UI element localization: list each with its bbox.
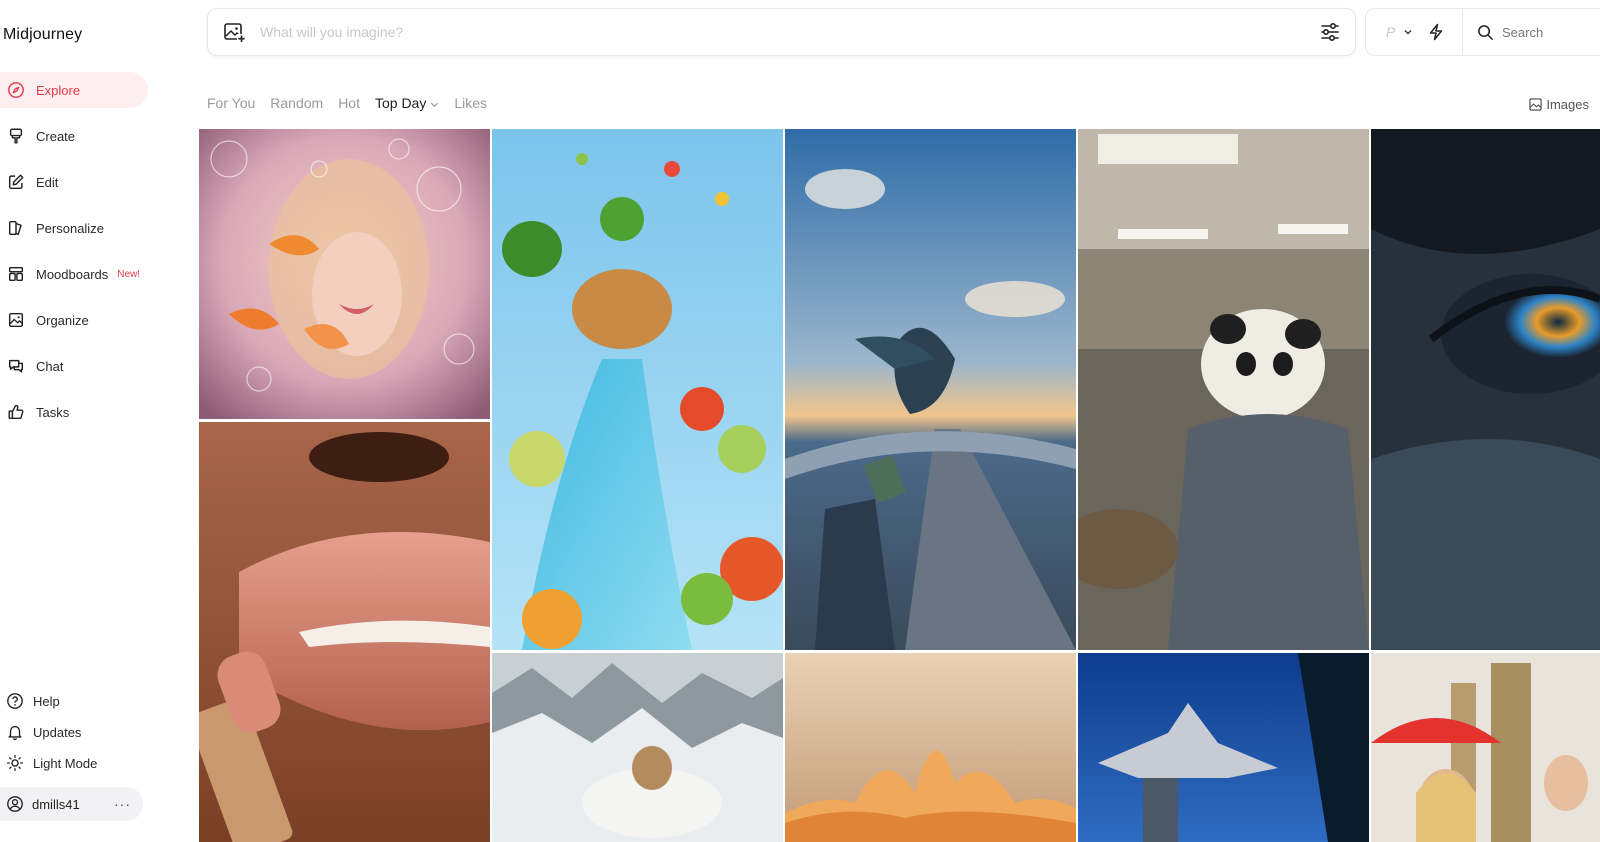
sidebar-item-create[interactable]: Create <box>0 118 148 154</box>
gallery-image[interactable] <box>199 422 490 842</box>
gallery-image[interactable] <box>785 129 1076 650</box>
tab-likes[interactable]: Likes <box>454 95 487 111</box>
bell-icon <box>5 722 25 742</box>
chat-icon <box>6 356 26 376</box>
sidebar-item-label: Edit <box>36 174 59 190</box>
moodboard-icon <box>6 264 26 284</box>
image-gallery <box>199 129 1600 842</box>
sidebar-item-label: Organize <box>36 312 89 328</box>
user-avatar-icon <box>7 796 23 812</box>
gallery-image[interactable] <box>199 129 490 419</box>
lightning-icon[interactable] <box>1427 23 1445 41</box>
search-label: Search <box>1502 24 1544 40</box>
tab-label: Top Day <box>374 95 427 111</box>
images-view-toggle[interactable]: Images <box>1529 97 1589 112</box>
sun-icon <box>5 753 25 773</box>
gallery-image[interactable] <box>1371 653 1600 842</box>
main-nav: Explore Create Edit Personalize Moodboar… <box>0 72 148 440</box>
sidebar-item-label: Explore <box>36 82 81 98</box>
sidebar-item-label: Moodboards <box>36 266 109 282</box>
sidebar-item-organize[interactable]: Organize <box>0 302 148 338</box>
sidebar-item-label: Chat <box>36 358 64 374</box>
mode-selector[interactable]: P <box>1365 8 1462 56</box>
username: dmills41 <box>32 796 80 812</box>
feed-tabs: For You Random Hot Top Day Likes <box>207 95 502 111</box>
sidebar-item-personalize[interactable]: Personalize <box>0 210 148 246</box>
sidebar-item-label: Personalize <box>36 220 104 236</box>
images-label: Images <box>1546 97 1589 112</box>
gallery-image[interactable] <box>492 129 783 650</box>
gallery-icon <box>1529 98 1542 111</box>
sidebar-item-chat[interactable]: Chat <box>0 348 148 384</box>
personalization-icon: P <box>1386 24 1396 40</box>
tab-random[interactable]: Random <box>270 95 323 111</box>
search-button[interactable]: Search <box>1462 8 1600 56</box>
chevron-down-icon <box>431 102 439 107</box>
settings-sliders-icon[interactable] <box>1319 21 1341 43</box>
sidebar-item-label: Help <box>33 693 60 709</box>
sidebar-item-tasks[interactable]: Tasks <box>0 394 148 430</box>
gallery-image[interactable] <box>785 653 1076 842</box>
prompt-input[interactable] <box>260 24 1319 40</box>
help-icon <box>5 691 25 711</box>
new-badge: New! <box>117 268 141 280</box>
thumbs-up-icon <box>6 402 26 422</box>
user-account-button[interactable]: dmills41 ··· <box>0 787 143 821</box>
sidebar-item-label: Tasks <box>36 404 70 420</box>
edit-icon <box>6 172 26 192</box>
secondary-nav: Help Updates Light Mode <box>0 688 190 781</box>
sidebar-item-label: Updates <box>33 724 82 740</box>
prompt-bar <box>207 8 1356 56</box>
tab-for-you[interactable]: For You <box>207 95 255 111</box>
personalize-icon <box>6 218 26 238</box>
sidebar-item-explore[interactable]: Explore <box>0 72 148 108</box>
brush-icon <box>6 126 26 146</box>
sidebar-item-light-mode[interactable]: Light Mode <box>0 750 190 776</box>
more-options-icon[interactable]: ··· <box>114 796 131 812</box>
sidebar-item-label: Light Mode <box>33 755 98 771</box>
sidebar-item-label: Create <box>36 128 76 144</box>
gallery-image[interactable] <box>1078 129 1369 650</box>
search-icon <box>1478 24 1493 40</box>
sidebar: Midjourney Explore Create Edit Personali… <box>0 0 190 842</box>
sidebar-item-moodboards[interactable]: Moodboards New! <box>0 256 148 292</box>
tab-top-day[interactable]: Top Day <box>375 95 439 111</box>
app-logo-text[interactable]: Midjourney <box>3 26 82 44</box>
sidebar-item-help[interactable]: Help <box>0 688 190 714</box>
gallery-image[interactable] <box>1078 653 1369 842</box>
add-image-icon[interactable] <box>222 20 246 44</box>
sidebar-item-updates[interactable]: Updates <box>0 719 190 745</box>
sidebar-item-edit[interactable]: Edit <box>0 164 148 200</box>
compass-icon <box>6 80 26 100</box>
image-icon <box>6 310 26 330</box>
chevron-down-icon <box>1404 30 1412 35</box>
tab-hot[interactable]: Hot <box>338 95 360 111</box>
gallery-image[interactable] <box>1371 129 1600 650</box>
gallery-image[interactable] <box>492 653 783 842</box>
